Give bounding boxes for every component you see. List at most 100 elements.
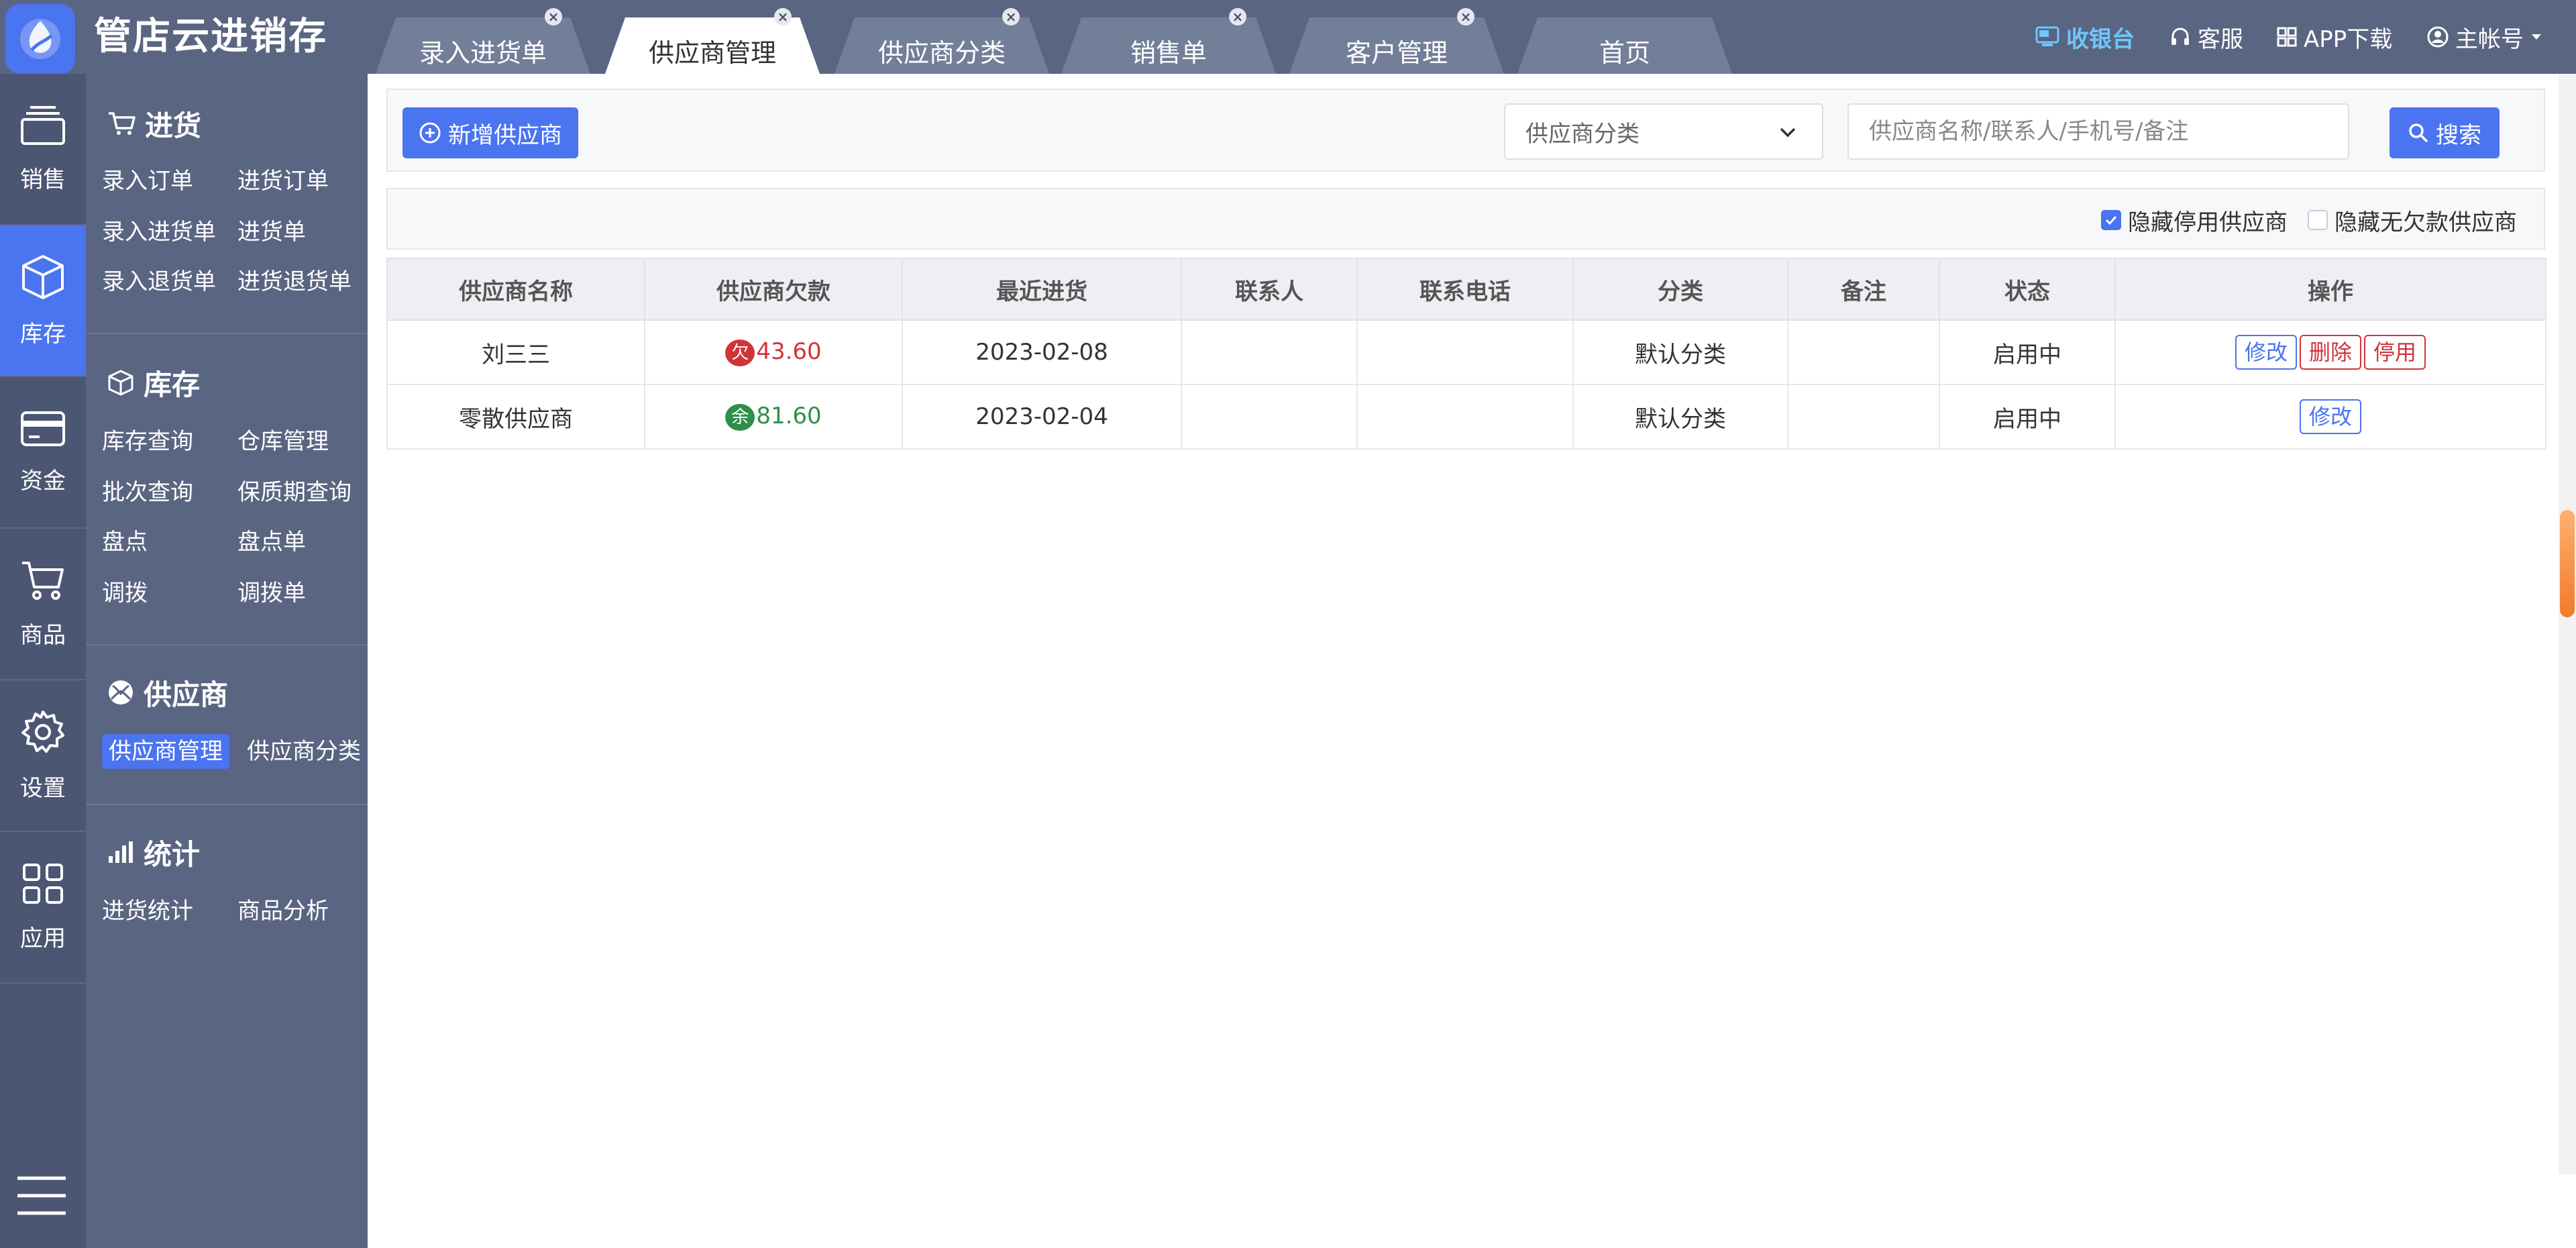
rail-item-inventory[interactable]: 库存 bbox=[0, 225, 86, 377]
hide-no-debt-checkbox[interactable]: 隐藏无欠款供应商 bbox=[2308, 208, 2517, 236]
cashier-link[interactable]: 收银台 bbox=[2035, 20, 2135, 54]
menu-link-return-entry[interactable]: 录入退货单 bbox=[102, 264, 216, 299]
tab-label: 销售单 bbox=[1130, 38, 1207, 68]
apps-grid-icon bbox=[2277, 27, 2297, 47]
cell-note bbox=[1787, 319, 1940, 385]
menu-link-transfer[interactable]: 调拨 bbox=[102, 576, 148, 611]
cell-contact bbox=[1181, 319, 1358, 385]
cell-category: 默认分类 bbox=[1572, 384, 1788, 450]
menu-link-purchase-entry[interactable]: 录入进货单 bbox=[102, 215, 216, 250]
hide-no-debt-label: 隐藏无欠款供应商 bbox=[2334, 209, 2517, 236]
menu-link-stocktake-list[interactable]: 盘点单 bbox=[237, 525, 306, 560]
debt-value: 43.60 bbox=[756, 338, 822, 366]
edit-button[interactable]: 修改 bbox=[2299, 399, 2361, 434]
tab-purchase-entry[interactable]: 录入进货单 bbox=[376, 17, 590, 74]
menu-link-purchase-returns[interactable]: 进货退货单 bbox=[237, 264, 352, 299]
checkbox-checked-icon bbox=[2101, 210, 2121, 230]
menu-link-goods-analysis[interactable]: 商品分析 bbox=[237, 894, 329, 929]
tab-label: 供应商管理 bbox=[648, 38, 776, 68]
account-menu[interactable]: 主帐号 bbox=[2427, 20, 2542, 54]
supplier-search-input[interactable] bbox=[1847, 103, 2349, 160]
rail-item-sales[interactable]: 销售 bbox=[0, 74, 86, 225]
menu-link-supplier-category[interactable]: 供应商分类 bbox=[247, 734, 361, 769]
hide-disabled-checkbox[interactable]: 隐藏停用供应商 bbox=[2101, 208, 2288, 236]
menu-link-warehouse[interactable]: 仓库管理 bbox=[237, 424, 329, 459]
hide-disabled-label: 隐藏停用供应商 bbox=[2128, 209, 2288, 236]
rail-item-settings[interactable]: 设置 bbox=[0, 680, 86, 832]
menu-link-stock-query[interactable]: 库存查询 bbox=[102, 424, 193, 459]
tab-close-icon[interactable]: × bbox=[545, 8, 562, 25]
col-header-note[interactable]: 备注 bbox=[1787, 258, 1940, 321]
edit-button[interactable]: 修改 bbox=[2235, 335, 2297, 370]
col-header-name[interactable]: 供应商名称 bbox=[386, 258, 645, 321]
cart-icon bbox=[109, 112, 136, 135]
category-select-value: 供应商分类 bbox=[1525, 120, 1640, 148]
rail-item-goods[interactable]: 商品 bbox=[0, 529, 86, 680]
sub-menu: 进货 录入订单 进货订单 录入进货单 进货单 录入退货单 进货退货单 库存 库存… bbox=[86, 74, 368, 1248]
tab-supplier-management[interactable]: 供应商管理 bbox=[605, 17, 820, 74]
account-label: 主帐号 bbox=[2455, 25, 2524, 53]
scrollbar-track[interactable] bbox=[2559, 74, 2576, 1174]
checkbox-unchecked-icon bbox=[2308, 210, 2328, 230]
rail-label: 资金 bbox=[20, 467, 66, 495]
tab-label: 供应商分类 bbox=[877, 38, 1006, 68]
app-download-label: APP下载 bbox=[2304, 25, 2393, 53]
supplier-table: 供应商名称 供应商欠款 最近进货 联系人 联系电话 分类 备注 状态 操作 刘三… bbox=[386, 258, 2546, 450]
menu-link-transfer-list[interactable]: 调拨单 bbox=[237, 576, 306, 611]
hamburger-menu-icon[interactable] bbox=[16, 1174, 67, 1217]
col-header-debt[interactable]: 供应商欠款 bbox=[644, 258, 903, 321]
tab-close-icon[interactable]: × bbox=[1002, 8, 1020, 25]
plus-circle-icon bbox=[419, 122, 441, 144]
chevron-down-icon bbox=[1780, 127, 1796, 138]
menu-link-purchase-list[interactable]: 进货单 bbox=[237, 215, 306, 250]
cell-name: 零散供应商 bbox=[386, 384, 645, 450]
tab-home[interactable]: 首页 bbox=[1517, 17, 1732, 74]
menu-head-supplier: 供应商 bbox=[107, 672, 228, 713]
table-row[interactable]: 零散供应商 余 81.60 2023-02-04 默认分类 启用中 修改 bbox=[386, 384, 2546, 450]
menu-link-batch-query[interactable]: 批次查询 bbox=[102, 475, 193, 510]
tab-close-icon[interactable]: × bbox=[774, 8, 792, 25]
scrollbar-thumb[interactable] bbox=[2560, 510, 2575, 617]
col-header-last-purchase[interactable]: 最近进货 bbox=[902, 258, 1182, 321]
menu-link-order-entry[interactable]: 录入订单 bbox=[102, 164, 193, 199]
menu-link-expiry-query[interactable]: 保质期查询 bbox=[237, 475, 352, 510]
add-supplier-label: 新增供应商 bbox=[448, 121, 562, 149]
menu-link-supplier-management[interactable]: 供应商管理 bbox=[102, 734, 229, 769]
add-supplier-button[interactable]: 新增供应商 bbox=[402, 107, 578, 158]
col-header-status[interactable]: 状态 bbox=[1939, 258, 2116, 321]
tab-supplier-category[interactable]: 供应商分类 bbox=[835, 17, 1049, 74]
owe-badge-icon: 欠 bbox=[725, 339, 755, 366]
cell-category: 默认分类 bbox=[1572, 319, 1788, 385]
menu-link-purchase-stats[interactable]: 进货统计 bbox=[102, 894, 193, 929]
disable-button[interactable]: 停用 bbox=[2364, 335, 2426, 370]
delete-button[interactable]: 删除 bbox=[2299, 335, 2361, 370]
menu-link-stocktake[interactable]: 盘点 bbox=[102, 525, 148, 560]
col-header-phone[interactable]: 联系电话 bbox=[1356, 258, 1574, 321]
menu-link-purchase-orders[interactable]: 进货订单 bbox=[237, 164, 329, 199]
supplier-category-select[interactable]: 供应商分类 bbox=[1504, 103, 1823, 160]
tab-close-icon[interactable]: × bbox=[1229, 8, 1246, 25]
app-logo[interactable] bbox=[5, 4, 75, 74]
menu-head-stats: 统计 bbox=[107, 832, 200, 872]
tab-label: 客户管理 bbox=[1345, 38, 1448, 68]
box-icon bbox=[108, 370, 133, 396]
main-content: 新增供应商 供应商分类 搜索 隐藏停用供应商 隐藏无欠款供应商 bbox=[368, 74, 2561, 1248]
rail-item-funds[interactable]: 资金 bbox=[0, 377, 86, 529]
app-download-link[interactable]: APP下载 bbox=[2277, 20, 2392, 54]
card-icon bbox=[21, 411, 65, 446]
cell-phone bbox=[1356, 319, 1574, 385]
cell-actions: 修改 删除 停用 bbox=[2114, 319, 2546, 385]
col-header-contact[interactable]: 联系人 bbox=[1181, 258, 1358, 321]
tab-sales-order[interactable]: 销售单 bbox=[1061, 17, 1276, 74]
cell-name: 刘三三 bbox=[386, 319, 645, 385]
menu-head-stock: 库存 bbox=[107, 362, 200, 403]
col-header-category[interactable]: 分类 bbox=[1572, 258, 1788, 321]
bar-chart-icon bbox=[109, 841, 133, 863]
support-link[interactable]: 客服 bbox=[2169, 20, 2243, 54]
tab-customer-management[interactable]: 客户管理 bbox=[1289, 17, 1504, 74]
rail-item-apps[interactable]: 应用 bbox=[0, 832, 86, 984]
search-button[interactable]: 搜索 bbox=[2390, 107, 2500, 158]
cell-note bbox=[1787, 384, 1940, 450]
table-row[interactable]: 刘三三 欠 43.60 2023-02-08 默认分类 启用中 修改 删除 停用 bbox=[386, 319, 2546, 385]
tab-close-icon[interactable]: × bbox=[1457, 8, 1474, 25]
